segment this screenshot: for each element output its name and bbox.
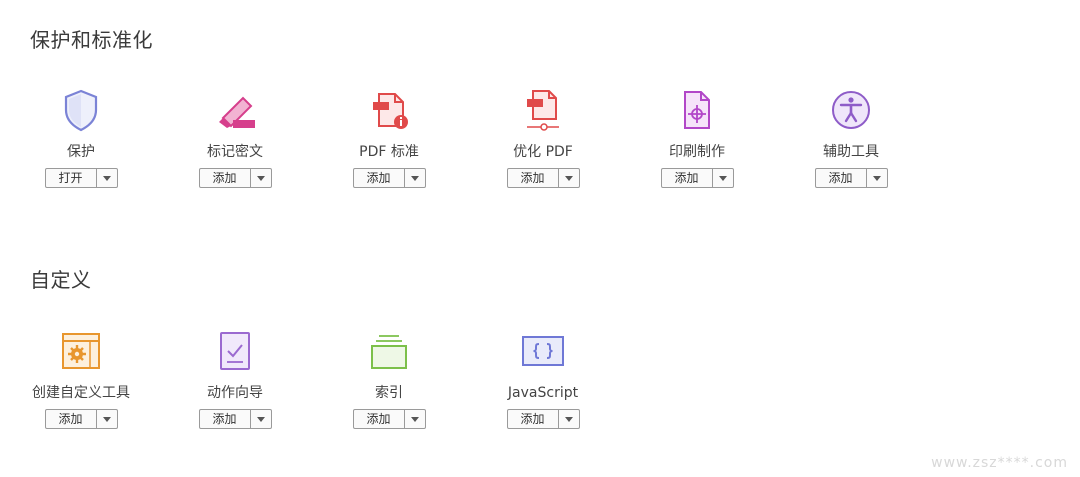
dropdown-arrow-icon[interactable] [405,410,425,428]
tool-pdf-standards[interactable]: PDF 标准 添加 [312,86,466,188]
add-button[interactable]: 添加 [354,169,405,187]
tool-label: 索引 [375,385,403,401]
open-button[interactable]: 打开 [46,169,97,187]
dropdown-arrow-icon[interactable] [405,169,425,187]
tool-action-split-button: 添加 [352,409,426,429]
add-button[interactable]: 添加 [200,169,251,187]
tool-action-split-button: 打开 [44,168,118,188]
dropdown-arrow-icon[interactable] [713,169,733,187]
dropdown-arrow-icon[interactable] [867,169,887,187]
dropdown-arrow-icon[interactable] [97,410,117,428]
tools-page: 保护和标准化 保护 打开 标记密文 添加 PDF 标准 添加 优化 PDF 添加… [0,0,1080,477]
tool-label: 标记密文 [207,144,263,160]
dropdown-arrow-icon[interactable] [559,410,579,428]
pdf-standards-icon[interactable] [365,86,413,134]
tool-action-split-button: 添加 [352,168,426,188]
accessibility-icon[interactable] [827,86,875,134]
tool-protect[interactable]: 保护 打开 [4,86,158,188]
tool-label: PDF 标准 [359,144,419,160]
tool-index[interactable]: 索引 添加 [312,327,466,429]
dropdown-arrow-icon[interactable] [97,169,117,187]
tool-redact[interactable]: 标记密文 添加 [158,86,312,188]
watermark: www.zsz****.com [931,455,1068,471]
javascript-braces-icon[interactable] [519,327,567,375]
tool-action-wizard[interactable]: 动作向导 添加 [158,327,312,429]
tool-action-split-button: 添加 [660,168,734,188]
tool-label: 辅助工具 [823,144,879,160]
add-button[interactable]: 添加 [662,169,713,187]
tool-action-split-button: 添加 [506,168,580,188]
tool-label: JavaScript [507,385,579,401]
tool-action-split-button: 添加 [814,168,888,188]
section-title-customize: 自定义 [30,268,92,292]
optimize-pdf-icon[interactable] [519,86,567,134]
section-title-protect-standardize: 保护和标准化 [30,28,153,52]
dropdown-arrow-icon[interactable] [251,169,271,187]
tool-action-split-button: 添加 [198,409,272,429]
tool-label: 动作向导 [207,385,263,401]
shield-icon[interactable] [57,86,105,134]
tool-label: 创建自定义工具 [32,385,130,401]
tool-create-custom[interactable]: 创建自定义工具 添加 [4,327,158,429]
add-button[interactable]: 添加 [46,410,97,428]
add-button[interactable]: 添加 [816,169,867,187]
custom-tool-gear-icon[interactable] [57,327,105,375]
tool-action-split-button: 添加 [198,168,272,188]
add-button[interactable]: 添加 [508,169,559,187]
dropdown-arrow-icon[interactable] [559,169,579,187]
action-wizard-icon[interactable] [211,327,259,375]
tool-optimize-pdf[interactable]: 优化 PDF 添加 [466,86,620,188]
add-button[interactable]: 添加 [200,410,251,428]
tool-label: 优化 PDF [513,144,573,160]
index-stack-icon[interactable] [365,327,413,375]
redact-marker-icon[interactable] [211,86,259,134]
print-production-icon[interactable] [673,86,721,134]
tool-print-production[interactable]: 印刷制作 添加 [620,86,774,188]
tool-action-split-button: 添加 [506,409,580,429]
tool-action-split-button: 添加 [44,409,118,429]
tool-accessibility[interactable]: 辅助工具 添加 [774,86,928,188]
tool-label: 印刷制作 [669,144,725,160]
add-button[interactable]: 添加 [354,410,405,428]
add-button[interactable]: 添加 [508,410,559,428]
tool-label: 保护 [67,144,95,160]
tool-javascript[interactable]: JavaScript 添加 [466,327,620,429]
dropdown-arrow-icon[interactable] [251,410,271,428]
